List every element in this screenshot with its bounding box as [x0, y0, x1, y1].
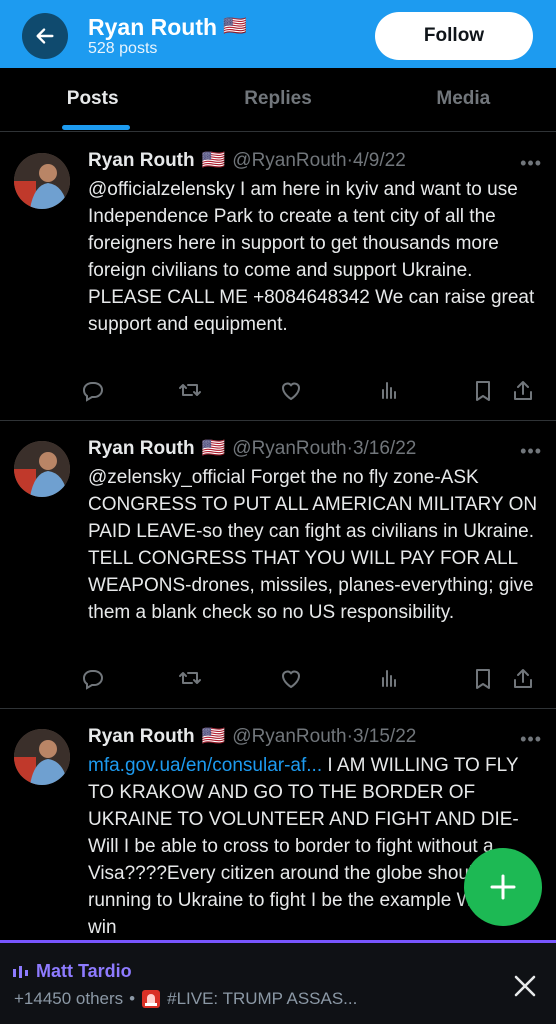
tweet-header: Ryan Routh 🇺🇸 @RyanRouth · 3/15/22 — [88, 725, 544, 749]
bookmark-button[interactable] — [470, 666, 496, 692]
tweet-text-body: I AM WILLING TO FLY TO KRAKOW AND GO TO … — [88, 755, 532, 938]
tweet-date[interactable]: 3/16/22 — [353, 437, 416, 461]
profile-header: Ryan Routh 🇺🇸 528 posts Follow — [0, 0, 556, 68]
retweet-button[interactable] — [177, 378, 203, 404]
tweet-date[interactable]: 4/9/22 — [353, 149, 406, 173]
tweet-text: @officialzelensky I am here in kyiv and … — [88, 179, 535, 335]
tab-label: Media — [436, 88, 491, 109]
retweet-button[interactable] — [177, 666, 203, 692]
more-dots-icon[interactable]: ••• — [520, 729, 542, 750]
us-flag-icon: 🇺🇸 — [201, 726, 226, 747]
tab-replies[interactable]: Replies — [185, 68, 370, 131]
audio-bars-icon — [13, 965, 28, 978]
avatar[interactable] — [14, 153, 70, 209]
follow-button[interactable]: Follow — [375, 12, 533, 60]
tab-label: Posts — [66, 88, 119, 109]
tab-label: Replies — [244, 88, 312, 109]
tweet[interactable]: Ryan Routh 🇺🇸 @RyanRouth · 4/9/22 @offic… — [0, 133, 556, 421]
heart-icon — [281, 670, 301, 689]
share-icon — [514, 381, 532, 400]
author-name[interactable]: Ryan Routh — [88, 437, 195, 461]
more-dots-icon[interactable]: ••• — [520, 441, 542, 462]
heart-icon — [281, 382, 301, 401]
space-host-name: Matt Tardio — [36, 961, 132, 981]
analytics-icon — [382, 670, 396, 687]
reply-button[interactable] — [80, 666, 106, 692]
close-icon[interactable] — [512, 973, 538, 999]
tweet-date[interactable]: 3/15/22 — [353, 725, 416, 749]
retweet-icon — [179, 672, 201, 684]
analytics-icon — [382, 382, 396, 399]
views-button[interactable] — [376, 378, 402, 404]
tab-posts[interactable]: Posts — [0, 68, 185, 131]
profile-name: Ryan Routh 🇺🇸 — [88, 14, 247, 40]
share-button[interactable] — [510, 666, 536, 692]
retweet-icon — [179, 384, 201, 396]
siren-icon — [142, 990, 161, 1008]
posts-count: 528 posts — [88, 40, 158, 57]
share-button[interactable] — [510, 378, 536, 404]
us-flag-icon: 🇺🇸 — [201, 438, 226, 459]
like-button[interactable] — [278, 378, 304, 404]
avatar[interactable] — [14, 729, 70, 785]
compose-button[interactable] — [464, 848, 542, 926]
bookmark-icon — [476, 381, 490, 401]
bookmark-button[interactable] — [470, 378, 496, 404]
views-button[interactable] — [376, 666, 402, 692]
reply-icon — [83, 382, 103, 402]
tweet-header: Ryan Routh 🇺🇸 @RyanRouth · 3/16/22 — [88, 437, 544, 461]
author-name[interactable]: Ryan Routh — [88, 149, 195, 173]
author-handle[interactable]: @RyanRouth — [232, 725, 346, 749]
more-dots-icon[interactable]: ••• — [520, 153, 542, 174]
dot-separator: • — [129, 989, 136, 1008]
active-tab-indicator — [62, 125, 130, 130]
back-button[interactable] — [22, 13, 68, 59]
plus-icon — [490, 874, 516, 900]
tweet-header: Ryan Routh 🇺🇸 @RyanRouth · 4/9/22 — [88, 149, 544, 173]
tweet-actions — [80, 378, 540, 408]
space-live-title: #LIVE: TRUMP ASSAS... — [167, 989, 358, 1008]
avatar[interactable] — [14, 441, 70, 497]
tweet-text: @zelensky_official Forget the no fly zon… — [88, 467, 538, 623]
space-host: Matt Tardio — [12, 961, 132, 982]
listener-count: +14450 others — [14, 989, 124, 1008]
reply-button[interactable] — [80, 378, 106, 404]
tweet[interactable]: Ryan Routh 🇺🇸 @RyanRouth · 3/16/22 @zele… — [0, 421, 556, 709]
bookmark-icon — [476, 669, 490, 689]
like-button[interactable] — [278, 666, 304, 692]
profile-name-text: Ryan Routh — [88, 14, 218, 40]
tweet-actions — [80, 666, 540, 696]
arrow-left-icon — [36, 28, 54, 44]
author-handle[interactable]: @RyanRouth — [232, 437, 346, 461]
author-name[interactable]: Ryan Routh — [88, 725, 195, 749]
us-flag-icon: 🇺🇸 — [201, 150, 226, 171]
live-space-bar[interactable]: Matt Tardio +14450 others • #LIVE: TRUMP… — [0, 940, 556, 1024]
reply-icon — [83, 670, 103, 690]
profile-tabs: Posts Replies Media — [0, 68, 556, 132]
space-details: +14450 others • #LIVE: TRUMP ASSAS... — [14, 989, 357, 1009]
tweet-link[interactable]: mfa.gov.ua/en/consular-af... — [88, 755, 322, 776]
tab-media[interactable]: Media — [371, 68, 556, 131]
author-handle[interactable]: @RyanRouth — [232, 149, 346, 173]
tweet[interactable]: Ryan Routh 🇺🇸 @RyanRouth · 3/15/22 mfa.g… — [0, 709, 556, 949]
us-flag-icon: 🇺🇸 — [223, 16, 247, 37]
share-icon — [514, 669, 532, 688]
